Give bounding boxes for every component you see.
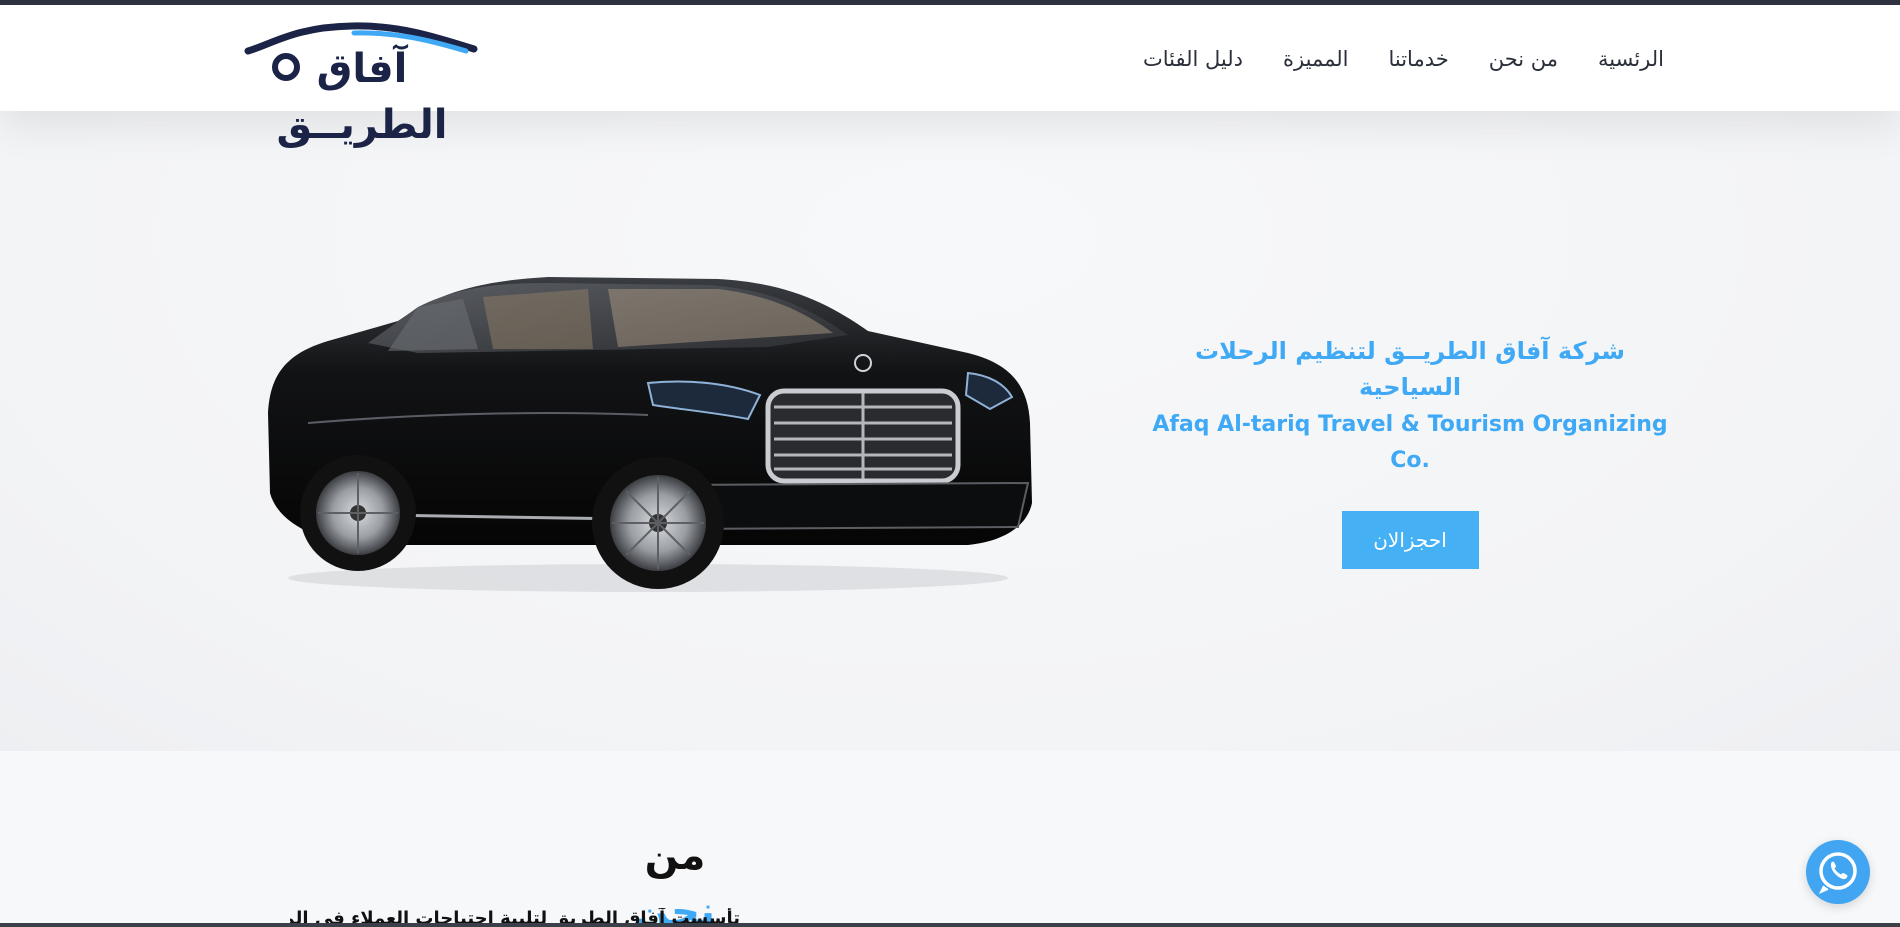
- main-nav: الرئسية من نحن خدماتنا المميزة دليل الفئ…: [1123, 39, 1664, 79]
- nav-item-categories[interactable]: دليل الفئات: [1123, 39, 1263, 79]
- hero-title-arabic: شركة آفاق الطريــق لتنظيم الرحلات السياح…: [1195, 337, 1625, 401]
- whatsapp-button[interactable]: [1806, 840, 1870, 904]
- car-image: [248, 223, 1038, 603]
- hero-text-block: شركة آفاق الطريــق لتنظيم الرحلات السياح…: [1140, 333, 1680, 569]
- hero-section: شركة آفاق الطريــق لتنظيم الرحلات السياح…: [0, 111, 1900, 751]
- nav-item-home[interactable]: الرئسية: [1578, 39, 1664, 79]
- bottom-border: [0, 923, 1900, 927]
- logo-text: آفاق الطريــق: [276, 46, 449, 148]
- book-now-button[interactable]: احجزالان: [1341, 511, 1479, 569]
- site-logo[interactable]: آفاق الطريــق: [234, 21, 490, 148]
- nav-item-about[interactable]: من نحن: [1469, 39, 1578, 79]
- navbar: آفاق الطريــق الرئسية من نحن خدماتنا الم…: [0, 5, 1900, 148]
- about-title-word1: من: [644, 833, 706, 879]
- nav-item-featured[interactable]: المميزة: [1263, 39, 1368, 79]
- nav-item-services[interactable]: خدماتنا: [1368, 39, 1468, 79]
- hero-title-english: Afaq Al-tariq Travel & Tourism Organizin…: [1152, 412, 1668, 473]
- whatsapp-icon: [1818, 852, 1857, 894]
- about-section-title: من نحن: [610, 828, 740, 927]
